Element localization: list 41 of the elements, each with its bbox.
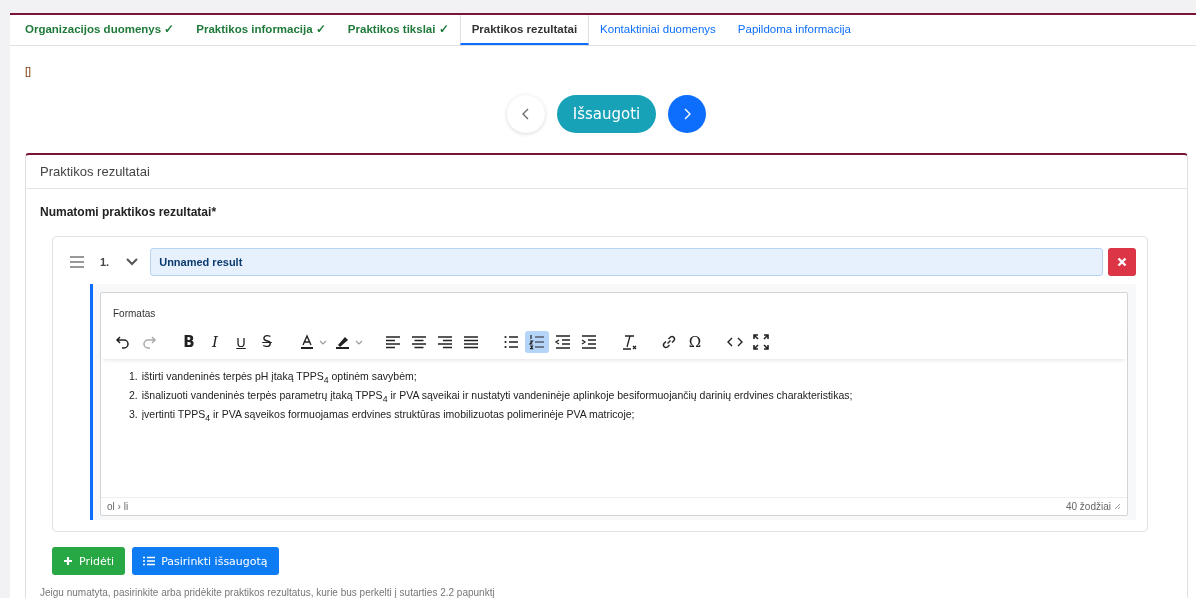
- resize-handle-icon[interactable]: [1114, 503, 1121, 510]
- toolbar-button[interactable]: S: [255, 331, 279, 353]
- element-path: ol › li: [107, 501, 129, 512]
- close-icon: [1117, 257, 1127, 267]
- toolbar-button[interactable]: Ω: [683, 331, 707, 353]
- plus-icon: [63, 556, 73, 566]
- outdent-icon: [553, 332, 573, 352]
- section-title: Praktikos rezultatai: [26, 155, 1187, 189]
- caret-icon: [355, 339, 363, 345]
- tab[interactable]: Praktikos informacija ✓: [185, 15, 337, 45]
- toolbar-button[interactable]: I: [203, 331, 227, 353]
- indent-icon: [579, 332, 599, 352]
- result-name-field[interactable]: Unnamed result: [150, 248, 1103, 276]
- tab[interactable]: Kontaktiniai duomenys: [589, 15, 727, 45]
- list-number: 2.: [129, 389, 138, 402]
- list-item-text: išnalizuoti vandeninės terpės parametrų įtaką TPPS$_{4}$ ir PVA sąveikai ir nustatyti vandeninėje aplinkoje besiformuojančių darinių erdvines charakteristikas;: [141, 389, 853, 402]
- numbered-list-icon: [527, 332, 547, 352]
- list-item-text: ištirti vandeninės terpės pH įtaką TPPS$_{4}$ optinėm savybėm;: [141, 370, 417, 382]
- item-number: 1.: [100, 256, 110, 268]
- choose-saved-button[interactable]: Pasirinkti išsaugotą: [132, 547, 279, 575]
- list-icon: [143, 556, 156, 566]
- field-label: Numatomi praktikos rezultatai*: [40, 205, 218, 219]
- toolbar-button[interactable]: U: [229, 331, 253, 353]
- tab[interactable]: Organizacijos duomenys ✓: [14, 15, 186, 45]
- delete-button[interactable]: [1108, 248, 1136, 276]
- toolbar-button[interactable]: B: [177, 331, 201, 353]
- fullscreen-icon: [751, 332, 771, 352]
- tab[interactable]: Praktikos rezultatai: [459, 15, 590, 45]
- list-number: 3.: [129, 408, 138, 421]
- caret-icon: [319, 339, 327, 345]
- list-item-text: įvertinti TPPS$_{4}$ ir PVA sąveikos formuojamas erdvines struktūras imobilizuotas polimerinėje PVA matricoje;: [141, 408, 635, 421]
- word-count: 40 žodžiai: [1065, 501, 1111, 512]
- hint-text: Jeigu numatyta, pasirinkite arba pridėkite praktikos rezultatus, kurie bus perkelti į sutarties 2.2 papunktį: [40, 587, 496, 598]
- list-number: 1.: [129, 370, 138, 382]
- tab[interactable]: Praktikos tikslai ✓: [336, 15, 460, 45]
- tab[interactable]: Papildoma informacija: [726, 15, 862, 45]
- debug-text: []: [25, 65, 33, 79]
- drag-handle-icon[interactable]: [70, 256, 84, 268]
- format-menu[interactable]: Formatas: [113, 308, 156, 319]
- chevron-down-icon[interactable]: [126, 258, 139, 266]
- next-button[interactable]: [668, 95, 707, 133]
